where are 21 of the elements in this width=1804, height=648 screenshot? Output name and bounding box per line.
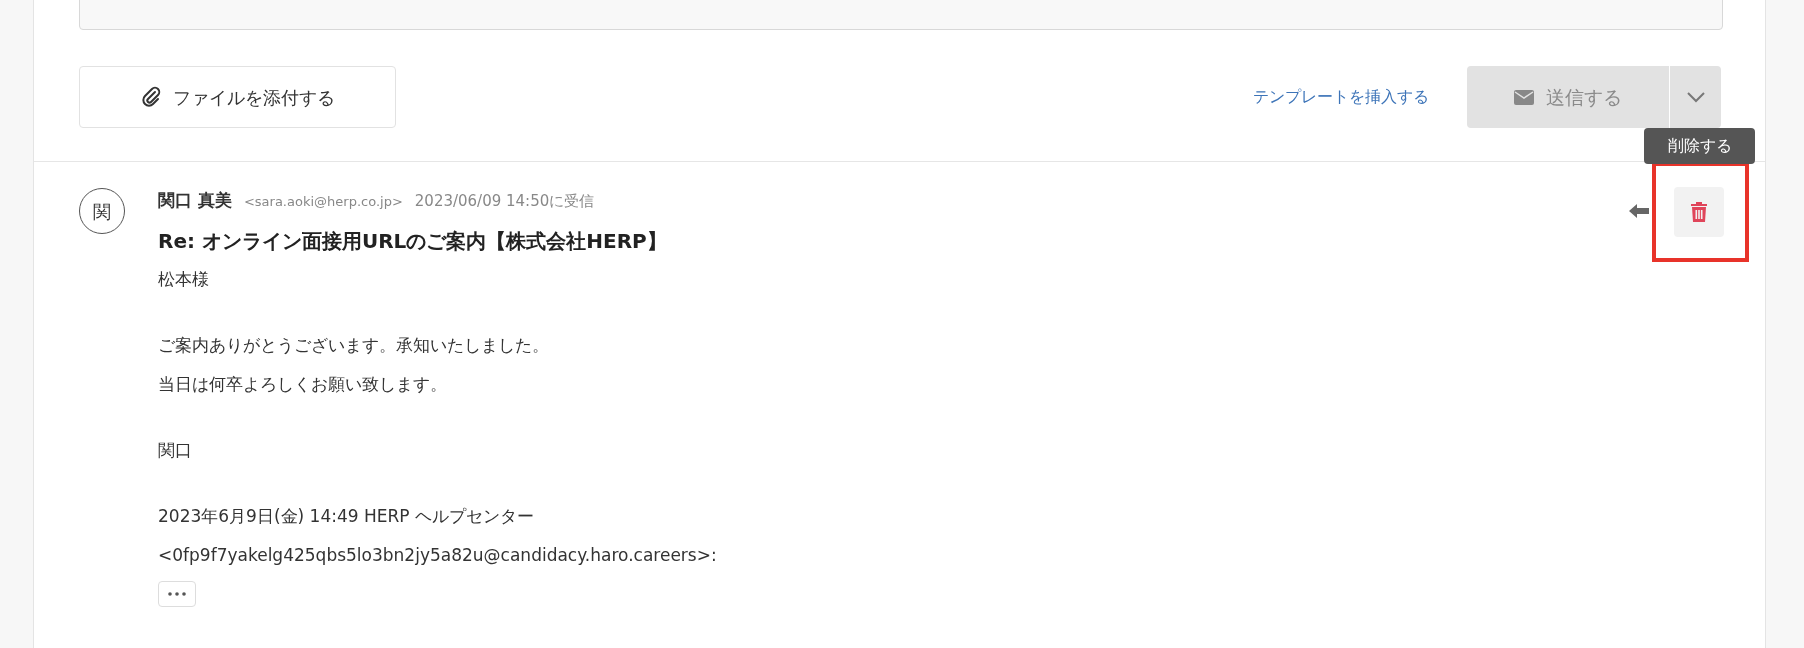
trash-icon	[1691, 202, 1707, 222]
ellipsis-icon	[168, 592, 186, 596]
message-subject: Re: オンライン面接用URLのご案内【株式会社HERP】	[158, 228, 668, 255]
body-text-line: 2023年6月9日(金) 14:49 HERP ヘルプセンター	[158, 505, 534, 528]
received-time: 2023/06/09 14:50に受信	[414, 191, 595, 212]
delete-button[interactable]	[1674, 187, 1724, 237]
chevron-down-icon	[1685, 91, 1706, 103]
sender-name: 関口 真美	[158, 189, 232, 212]
body-text-line: 関口	[158, 439, 192, 462]
tooltip: 削除する	[1644, 128, 1755, 164]
insert-template-link[interactable]: テンプレートを挿入する	[1253, 85, 1429, 109]
show-more-button[interactable]	[158, 581, 196, 607]
sender-email: <sara.aoki@herp.co.jp>	[243, 193, 403, 211]
envelope-icon	[1514, 89, 1534, 105]
reply-icon	[1629, 203, 1649, 219]
body-text-line: 当日は何卒よろしくお願い致します。	[158, 373, 447, 396]
body-text-line: <0fp9f7yakelg425qbs5lo3bn2jy5a82u@candidacy.haro.careers>:	[158, 544, 717, 567]
attach-file-button[interactable]: ファイルを添付する	[79, 66, 396, 128]
body-text-line: ご案内ありがとうございます。承知いたしました。	[158, 334, 549, 357]
body-text-line: 松本様	[158, 268, 209, 291]
paperclip-icon	[140, 86, 161, 108]
